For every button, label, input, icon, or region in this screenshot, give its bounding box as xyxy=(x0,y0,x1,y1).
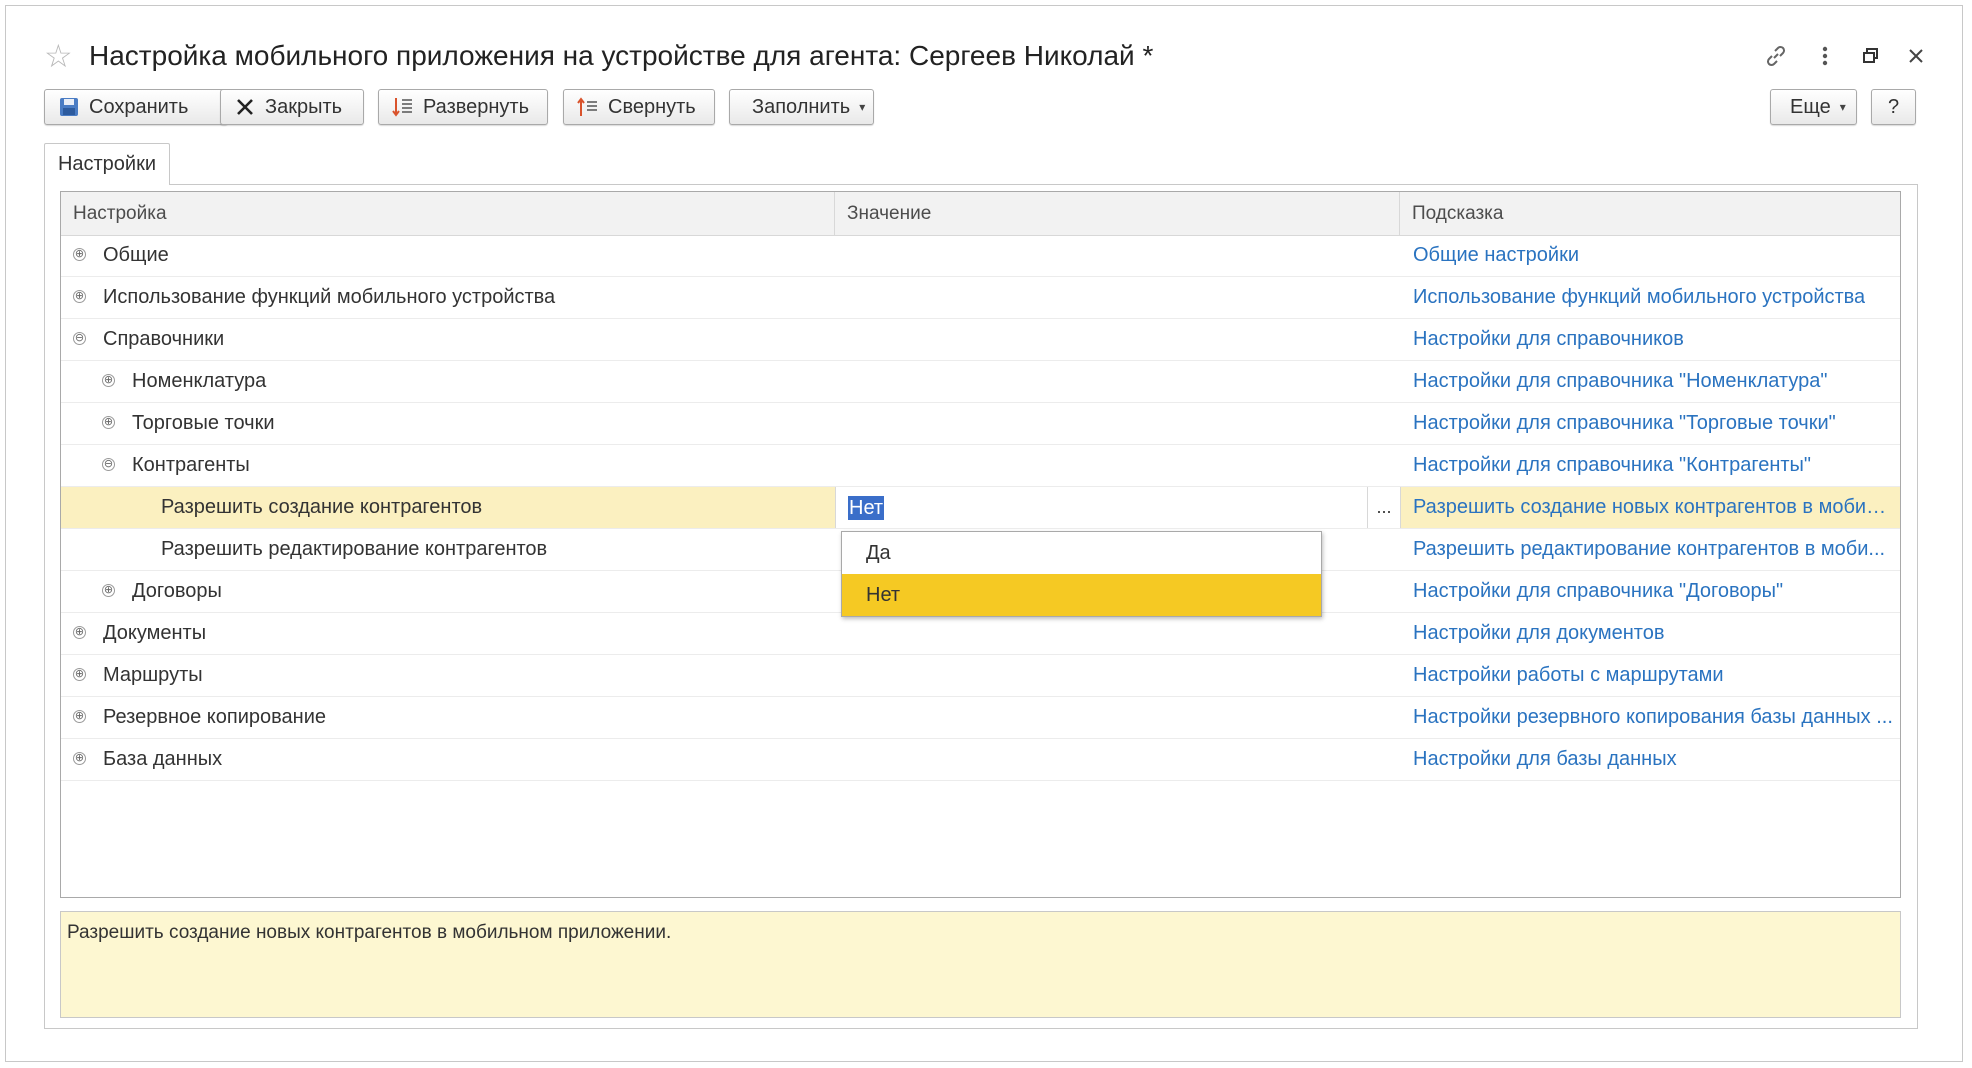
close-label: Закрыть xyxy=(265,95,343,118)
tab-settings[interactable]: Настройки xyxy=(44,143,170,185)
table-row[interactable]: ⊕ Резервное копирование Настройки резерв… xyxy=(61,697,1900,739)
hint-link[interactable]: Настройки для справочников xyxy=(1413,319,1684,360)
fill-label: Заполнить xyxy=(752,95,851,118)
table-header: Настройка Значение Подсказка xyxy=(61,192,1900,236)
collapse-list-icon xyxy=(576,95,600,119)
more-label: Еще xyxy=(1790,95,1831,118)
expand-plus-icon[interactable]: ⊕ xyxy=(73,290,86,303)
hint-link[interactable]: Настройки для документов xyxy=(1413,613,1665,654)
close-window-icon[interactable] xyxy=(1900,40,1932,72)
table-row-selected[interactable]: Разрешить создание контрагентов Нет ... … xyxy=(61,487,1900,529)
save-label: Сохранить xyxy=(89,95,189,118)
expand-plus-icon[interactable]: ⊕ xyxy=(73,668,86,681)
table-row[interactable]: ⊖ Контрагенты Настройки для справочника … xyxy=(61,445,1900,487)
select-button[interactable]: ... xyxy=(1367,487,1400,528)
setting-name: Разрешить создание контрагентов xyxy=(161,496,483,518)
table-row[interactable]: ⊕ Использование функций мобильного устро… xyxy=(61,277,1900,319)
expand-plus-icon[interactable]: ⊕ xyxy=(73,626,86,639)
table-row[interactable]: ⊖ Справочники Настройки для справочников xyxy=(61,319,1900,361)
table-row[interactable]: ⊕ База данных Настройки для базы данных xyxy=(61,739,1900,781)
table-row[interactable]: ⊕ Торговые точки Настройки для справочни… xyxy=(61,403,1900,445)
collapse-minus-icon[interactable]: ⊖ xyxy=(73,332,86,345)
floppy-disk-icon xyxy=(57,95,81,119)
help-button[interactable]: ? xyxy=(1871,89,1916,125)
table-row[interactable]: ⊕ Общие Общие настройки xyxy=(61,235,1900,277)
link-icon[interactable] xyxy=(1760,40,1792,72)
setting-name: Договоры xyxy=(132,580,222,602)
setting-name: Номенклатура xyxy=(132,370,267,392)
table-row[interactable]: ⊕ Документы Настройки для документов xyxy=(61,613,1900,655)
fill-dropdown-button[interactable]: Заполнить ▾ xyxy=(729,89,874,125)
column-header-setting[interactable]: Настройка xyxy=(61,192,835,235)
setting-name: Контрагенты xyxy=(132,454,250,476)
hint-link[interactable]: Использование функций мобильного устройс… xyxy=(1413,277,1865,318)
expand-label: Развернуть xyxy=(423,95,530,118)
table-row[interactable]: ⊕ Маршруты Настройки работы с маршрутами xyxy=(61,655,1900,697)
setting-name: Справочники xyxy=(103,328,225,350)
hint-link[interactable]: Разрешить редактирование контрагентов в … xyxy=(1413,529,1885,570)
value-input-text[interactable]: Нет xyxy=(848,496,885,520)
setting-name: Резервное копирование xyxy=(103,706,327,728)
collapse-minus-icon[interactable]: ⊖ xyxy=(102,458,115,471)
collapse-label: Свернуть xyxy=(608,95,696,118)
expand-plus-icon[interactable]: ⊕ xyxy=(102,584,115,597)
hint-panel: Разрешить создание новых контрагентов в … xyxy=(60,911,1901,1018)
expand-list-icon xyxy=(391,95,415,119)
expand-all-button[interactable]: Развернуть xyxy=(378,89,548,125)
close-button[interactable]: Закрыть xyxy=(220,89,364,125)
dropdown-option-yes[interactable]: Да xyxy=(842,532,1321,574)
setting-name: Маршруты xyxy=(103,664,203,686)
table-row[interactable]: ⊕ Номенклатура Настройки для справочника… xyxy=(61,361,1900,403)
chevron-down-icon: ▾ xyxy=(1839,100,1846,114)
column-header-value[interactable]: Значение xyxy=(835,192,1400,235)
hint-link[interactable]: Настройки для справочника "Контрагенты" xyxy=(1413,445,1811,486)
hint-link[interactable]: Настройки для справочника "Торговые точк… xyxy=(1413,403,1836,444)
hint-link[interactable]: Настройки работы с маршрутами xyxy=(1413,655,1724,696)
setting-name: База данных xyxy=(103,748,223,770)
setting-name: Общие xyxy=(103,244,169,266)
hint-link[interactable]: Общие настройки xyxy=(1413,235,1579,276)
hint-link[interactable]: Настройки для базы данных xyxy=(1413,739,1677,780)
dropdown-option-no[interactable]: Нет xyxy=(842,574,1321,616)
chevron-down-icon: ▾ xyxy=(859,100,866,114)
setting-name: Торговые точки xyxy=(132,412,275,434)
hint-link[interactable]: Разрешить создание новых контрагентов в … xyxy=(1413,487,1893,528)
close-x-icon xyxy=(233,95,257,119)
column-header-hint[interactable]: Подсказка xyxy=(1400,192,1900,235)
setting-name: Использование функций мобильного устройс… xyxy=(103,286,556,308)
hint-link[interactable]: Настройки для справочника "Номенклатура" xyxy=(1413,361,1827,402)
save-button[interactable]: Сохранить xyxy=(44,89,228,125)
value-dropdown-list: Да Нет xyxy=(841,531,1322,617)
value-editor[interactable]: Нет ... xyxy=(835,487,1401,528)
restore-window-icon[interactable] xyxy=(1855,40,1887,72)
expand-plus-icon[interactable]: ⊕ xyxy=(73,752,86,765)
setting-name: Разрешить редактирование контрагентов xyxy=(161,538,548,560)
collapse-all-button[interactable]: Свернуть xyxy=(563,89,715,125)
expand-plus-icon[interactable]: ⊕ xyxy=(102,416,115,429)
expand-plus-icon[interactable]: ⊕ xyxy=(73,248,86,261)
hint-link[interactable]: Настройки резервного копирования базы да… xyxy=(1413,697,1893,738)
more-actions-icon[interactable] xyxy=(1809,40,1841,72)
expand-plus-icon[interactable]: ⊕ xyxy=(73,710,86,723)
more-dropdown-button[interactable]: Еще ▾ xyxy=(1770,89,1857,125)
setting-name: Документы xyxy=(103,622,207,644)
expand-plus-icon[interactable]: ⊕ xyxy=(102,374,115,387)
hint-link[interactable]: Настройки для справочника "Договоры" xyxy=(1413,571,1783,612)
window-title: Настройка мобильного приложения на устро… xyxy=(89,40,1154,71)
help-label: ? xyxy=(1887,95,1900,118)
favorite-star-icon[interactable]: ☆ xyxy=(44,36,73,76)
